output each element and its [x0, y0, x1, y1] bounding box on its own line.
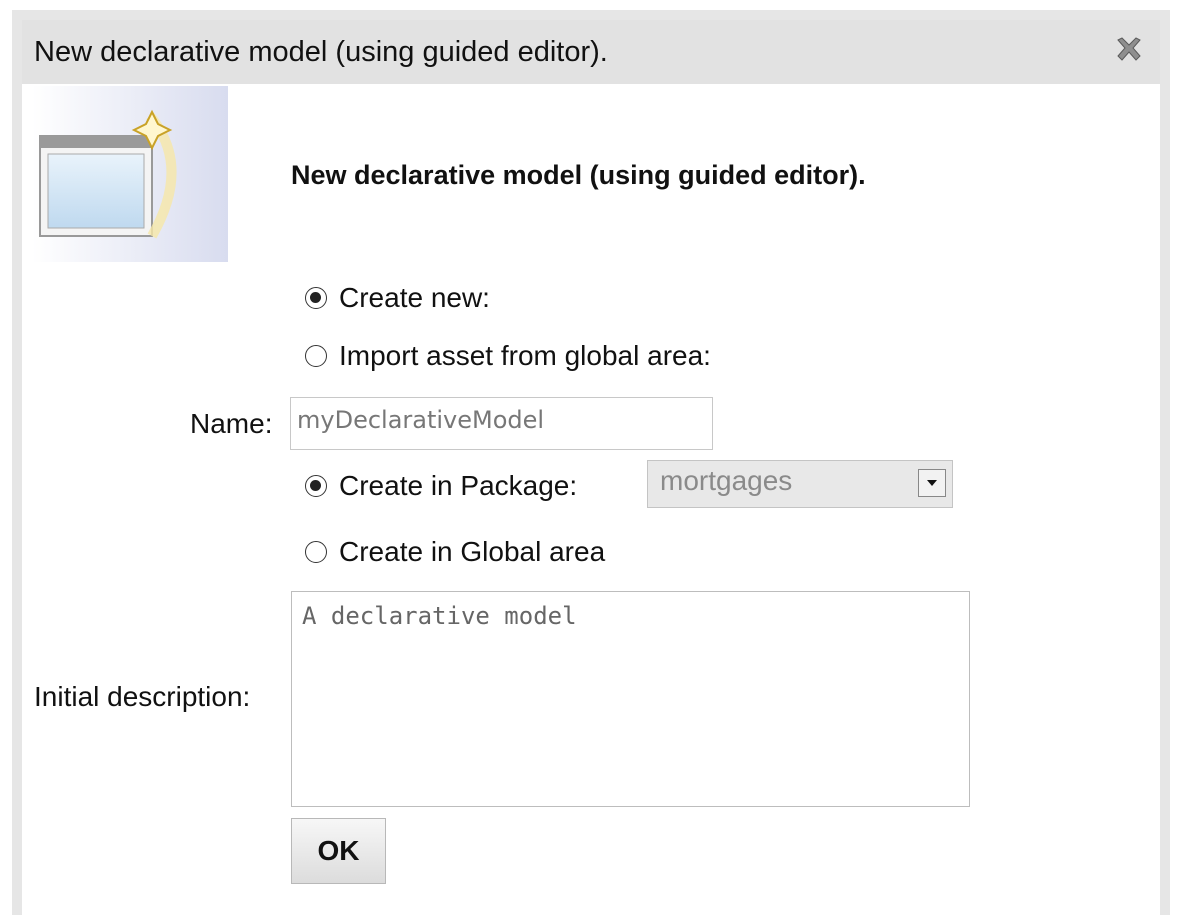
close-icon[interactable] — [1114, 34, 1144, 64]
create-in-package-label: Create in Package: — [339, 470, 578, 501]
package-select[interactable]: mortgages — [647, 460, 953, 508]
dialog-heading: New declarative model (using guided edit… — [291, 160, 866, 190]
dialog-title: New declarative model (using guided edit… — [34, 36, 608, 68]
create-new-radio[interactable] — [305, 287, 327, 309]
description-label: Initial description: — [34, 681, 251, 712]
create-in-package-radio[interactable] — [305, 475, 327, 497]
import-global-option[interactable]: Import asset from global area: — [305, 340, 711, 372]
create-new-option[interactable]: Create new: — [305, 282, 490, 314]
create-in-package-option[interactable]: Create in Package: — [305, 470, 577, 502]
wizard-icon — [32, 86, 228, 262]
dropdown-arrow-icon[interactable] — [918, 469, 946, 497]
import-global-label: Import asset from global area: — [339, 340, 711, 371]
dialog-titlebar[interactable]: New declarative model (using guided edit… — [22, 20, 1160, 84]
description-textarea[interactable]: A declarative model — [291, 591, 970, 807]
import-global-radio[interactable] — [305, 345, 327, 367]
create-in-global-label: Create in Global area — [339, 536, 606, 567]
create-in-global-radio[interactable] — [305, 541, 327, 563]
name-label: Name: — [190, 408, 273, 439]
package-select-value: mortgages — [660, 465, 793, 496]
create-in-global-option[interactable]: Create in Global area — [305, 536, 605, 568]
create-new-label: Create new: — [339, 282, 490, 313]
ok-button[interactable]: OK — [291, 818, 386, 884]
name-input[interactable]: myDeclarativeModel — [290, 397, 713, 450]
